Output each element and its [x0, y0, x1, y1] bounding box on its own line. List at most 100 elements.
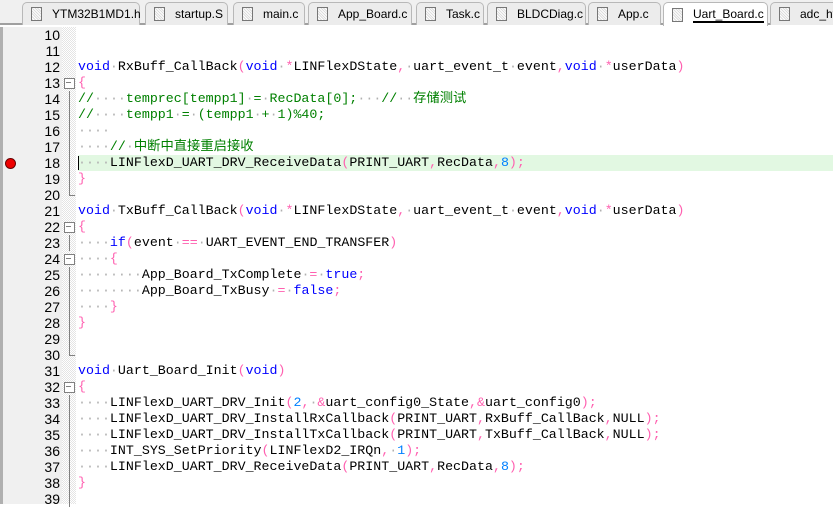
code-line[interactable]: 17····//·中断中直接重启接收 // 中断中直接重启接收 — [0, 139, 833, 155]
code-line[interactable]: 13{{ — [0, 75, 833, 91]
code-line[interactable]: 14//····temprec[tempp1]·=·RecData[0];···… — [0, 91, 833, 107]
code-token: UART_EVENT_END_TRANSFER — [197, 235, 390, 250]
line-number: 28 — [44, 315, 60, 331]
code-text: } — [78, 315, 833, 331]
code-text: App_Board_TxComplete = true; — [78, 267, 833, 283]
collapse-icon[interactable] — [64, 75, 75, 91]
code-token: userData — [612, 59, 677, 74]
code-token: void — [245, 203, 278, 218]
line-number: 15 — [44, 107, 60, 123]
text-cursor — [78, 156, 79, 170]
code-token: ; — [588, 395, 597, 410]
code-line[interactable]: 24····{ { — [0, 251, 833, 267]
fold-guide — [64, 315, 74, 331]
code-token: } — [78, 475, 86, 490]
code-text: { — [78, 251, 833, 267]
code-token: uart_config0_State — [325, 395, 470, 410]
code-token: // tempp1 = (tempp1 + 1)%40; — [78, 107, 326, 122]
code-token: RxBuff_CallBack — [109, 59, 238, 74]
code-line[interactable]: 26········App_Board_TxBusy·=·false; App_… — [0, 283, 833, 299]
line-number: 13 — [44, 75, 60, 91]
code-line[interactable]: 32{{ — [0, 379, 833, 395]
file-icon — [154, 7, 165, 21]
code-token: TxBuff_CallBack — [484, 427, 605, 442]
code-line[interactable]: 35 ···· LINFlexD_UART_DRV_InstallTxCallbac… — [0, 427, 833, 443]
fold-guide — [64, 347, 75, 363]
code-line[interactable]: 38}} — [0, 475, 833, 491]
line-number: 34 — [44, 411, 60, 427]
file-icon — [31, 7, 42, 21]
fold-guide — [64, 187, 75, 203]
code-editor[interactable]: 101112void·RxBuff_CallBack(void·*LINFlex… — [0, 27, 833, 507]
line-number: 37 — [44, 459, 60, 475]
fold-guide — [64, 235, 74, 251]
code-line[interactable]: 34 ···· LINFlexD_UART_DRV_InstallRxCallbac… — [0, 411, 833, 427]
tab-adc-hw[interactable]: adc_hw — [770, 2, 833, 25]
collapse-icon[interactable] — [64, 379, 75, 395]
tab-app-c[interactable]: App.c — [588, 2, 661, 25]
collapse-icon[interactable] — [64, 219, 75, 235]
line-number: 22 — [44, 219, 60, 235]
fold-guide — [64, 459, 74, 475]
code-line[interactable]: 18 ···· LINFlexD_UART_DRV_ReceiveData(PRIN… — [0, 155, 833, 171]
file-icon — [425, 7, 436, 21]
line-number: 17 — [44, 139, 60, 155]
file-icon — [317, 7, 328, 21]
fold-guide — [64, 283, 74, 299]
code-token: NULL — [612, 411, 645, 426]
code-token: 8 — [500, 459, 509, 474]
code-text — [78, 123, 833, 139]
line-number: 19 — [44, 171, 60, 187]
code-token: ) — [676, 203, 685, 218]
code-line[interactable]: 30 — [0, 347, 833, 363]
code-line[interactable]: 11 — [0, 43, 833, 59]
code-line[interactable]: 10 — [0, 27, 833, 43]
line-number: 35 — [44, 427, 60, 443]
tab-bldcdiag-c[interactable]: BLDCDiag.c — [487, 2, 586, 25]
code-line[interactable]: 31void·Uart_Board_Init(void)void Uart_Bo… — [0, 363, 833, 379]
code-line[interactable]: 23····if(event·==·UART_EVENT_END_TRANSFE… — [0, 235, 833, 251]
code-line[interactable]: 36····INT_SYS_SetPriority(LINFlexD2_IRQn… — [0, 443, 833, 459]
fold-guide — [64, 123, 74, 139]
code-line[interactable]: 25········App_Board_TxComplete·=·true; A… — [0, 267, 833, 283]
code-line[interactable]: 15//····tempp1·=·(tempp1·+·1)%40;// temp… — [0, 107, 833, 123]
code-line[interactable]: 20 — [0, 187, 833, 203]
code-text: LINFlexD_UART_DRV_InstallRxCallback(PRIN… — [78, 411, 833, 427]
code-token: PRINT_UART — [349, 155, 430, 170]
code-line[interactable]: 12void·RxBuff_CallBack(void·*LINFlexDSta… — [0, 59, 833, 75]
code-line[interactable]: 28}} — [0, 315, 833, 331]
code-token: ; — [516, 155, 525, 170]
fold-guide — [64, 107, 74, 123]
tab-startup-s[interactable]: startup.S — [145, 2, 228, 25]
collapse-icon[interactable] — [64, 251, 75, 267]
code-token: , — [556, 203, 565, 218]
code-line[interactable]: 33····LINFlexD_UART_DRV_Init(2,·&uart_co… — [0, 395, 833, 411]
fold-guide — [64, 299, 74, 315]
code-line[interactable]: 27····} } — [0, 299, 833, 315]
code-line[interactable]: 22{{ — [0, 219, 833, 235]
fold-guide — [64, 475, 74, 491]
line-number: 33 — [44, 395, 60, 411]
code-token: ( — [125, 235, 134, 250]
code-line[interactable]: 29 — [0, 331, 833, 347]
tab-app-board-c[interactable]: App_Board.c — [308, 2, 412, 25]
code-line[interactable]: 21void·TxBuff_CallBack(void·*LINFlexDSta… — [0, 203, 833, 219]
tab-ytm32b1md1-h[interactable]: YTM32B1MD1.h — [22, 2, 141, 25]
code-line[interactable]: 19}} — [0, 171, 833, 187]
code-token: , — [604, 427, 613, 442]
file-icon — [672, 7, 683, 22]
code-token: 8 — [500, 155, 509, 170]
tab-main-c[interactable]: main.c — [233, 2, 305, 25]
tab-uart-board-c[interactable]: Uart_Board.c — [663, 2, 768, 26]
code-token: // 中断中直接重启接收 — [109, 139, 254, 154]
code-line[interactable]: 39 — [0, 491, 833, 507]
code-line[interactable]: 37 ···· LINFlexD_UART_DRV_ReceiveData(PRIN… — [0, 459, 833, 475]
code-line[interactable]: 16 ···· — [0, 123, 833, 139]
code-token: LINFlexD_UART_DRV_InstallTxCallback — [78, 427, 390, 442]
code-token: ; — [333, 283, 342, 298]
tab-task-c[interactable]: Task.c — [416, 2, 484, 25]
